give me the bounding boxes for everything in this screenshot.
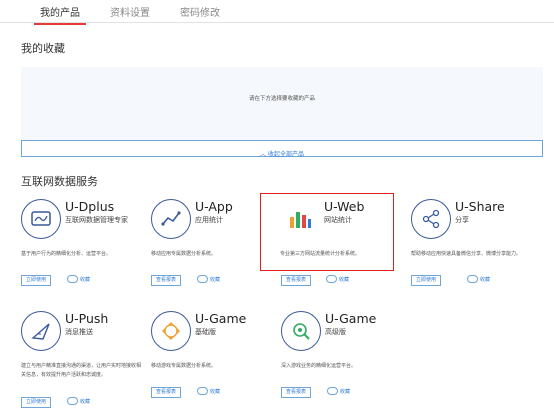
product-description: 移动游戏专属数据分析系统。: [151, 363, 217, 369]
services-title: 互联网数据服务: [21, 175, 98, 188]
product-subtitle: 高级版: [325, 328, 346, 336]
product-card-uapp: U-App 应用统计 移动应用专属数据分析系统。 查看报表 收藏: [151, 199, 275, 289]
favorite-label: 收藏: [339, 277, 350, 283]
heart-icon: [67, 396, 78, 405]
view-report-button[interactable]: 查看报表: [281, 275, 312, 286]
favorite-label: 收藏: [80, 399, 91, 405]
favorites-hint: 请在下方选择要收藏的产品: [248, 96, 315, 102]
view-report-button[interactable]: 查看报表: [281, 387, 312, 398]
product-card-udplus: U-Dplus 互联网数据管理专家 基于用户行为的精细化分析、运营平台。 立即使…: [21, 199, 145, 289]
product-name: U-Game: [325, 311, 377, 326]
product-card-ushare: U-Share 分享 帮助移动应用快速具备微信分享、微博分享能力。 立即使用 收…: [411, 199, 535, 289]
product-card-uweb: U-Web 网站统计 专业第三方网站流量统计分析系统。: [260, 193, 394, 271]
top-tabs: 我的产品 资料设置 密码修改: [0, 0, 554, 25]
product-name: U-Share: [455, 199, 505, 214]
product-name: U-Web: [324, 199, 365, 214]
collapse-label: ︿ 收起全部产品: [260, 151, 304, 158]
heart-icon: [467, 274, 478, 283]
heart-icon: [67, 274, 78, 283]
share-logo-icon: [411, 199, 451, 239]
favorite-button[interactable]: 收藏: [326, 274, 350, 286]
game-advanced-logo-icon: [281, 311, 321, 351]
favorite-button[interactable]: 收藏: [467, 274, 491, 286]
favorite-label: 收藏: [340, 389, 351, 395]
product-card-upush: U-Push 消息推送 建立与用户精准直接沟通的渠道，让用户实时地接收相关信息，…: [21, 311, 145, 408]
product-subtitle: 消息推送: [65, 328, 93, 336]
favorite-button[interactable]: 收藏: [327, 386, 351, 398]
heart-icon: [327, 386, 338, 395]
favorite-button[interactable]: 收藏: [197, 386, 221, 398]
favorite-label: 收藏: [480, 277, 491, 283]
product-name: U-Dplus: [65, 199, 115, 214]
favorite-label: 收藏: [210, 389, 221, 395]
product-subtitle: 应用统计: [195, 216, 223, 224]
product-name: U-Push: [65, 311, 109, 326]
bar-chart-icon: [280, 199, 320, 239]
favorite-button[interactable]: 收藏: [67, 274, 91, 286]
tab-my-products[interactable]: 我的产品: [34, 4, 86, 25]
push-logo-icon: [21, 311, 61, 351]
use-now-button[interactable]: 立即使用: [411, 275, 442, 286]
product-subtitle: 互联网数据管理专家: [65, 216, 128, 224]
product-subtitle: 分享: [455, 216, 469, 224]
use-now-button[interactable]: 立即使用: [21, 397, 52, 408]
view-report-button[interactable]: 查看报表: [151, 275, 182, 286]
product-description: 建立与用户精准直接沟通的渠道，让用户实时地接收相关信息，有效提升用户活跃和忠诚度…: [21, 363, 142, 378]
favorites-title: 我的收藏: [21, 42, 65, 55]
product-subtitle: 网站统计: [324, 216, 352, 224]
heart-icon: [197, 274, 208, 283]
heart-icon: [326, 274, 337, 283]
collapse-all-button[interactable]: ︿ 收起全部产品: [21, 140, 543, 158]
favorites-box: 请在下方选择要收藏的产品: [21, 67, 543, 140]
view-report-button[interactable]: 查看报表: [151, 387, 182, 398]
favorite-button[interactable]: 收藏: [67, 396, 91, 408]
favorite-label: 收藏: [210, 277, 221, 283]
product-subtitle: 基础版: [195, 328, 216, 336]
dplus-logo-icon: [21, 199, 61, 239]
tab-password-change[interactable]: 密码修改: [180, 4, 220, 19]
game-logo-icon: [151, 311, 191, 351]
product-description: 帮助移动应用快速具备微信分享、微博分享能力。: [411, 251, 522, 257]
favorite-button[interactable]: 收藏: [197, 274, 221, 286]
heart-icon: [197, 386, 208, 395]
product-card-ugame-basic: U-Game 基础版 移动游戏专属数据分析系统。 查看报表 收藏: [151, 311, 275, 401]
product-name: U-Game: [195, 311, 247, 326]
product-description: 专业第三方网站流量统计分析系统。: [280, 251, 361, 257]
tab-profile-settings[interactable]: 资料设置: [110, 4, 150, 19]
product-description: 基于用户行为的精细化分析、运营平台。: [21, 251, 112, 257]
use-now-button[interactable]: 立即使用: [21, 275, 52, 286]
product-description: 深入游戏业务的精细化运营平台。: [281, 363, 357, 369]
app-logo-icon: [151, 199, 191, 239]
product-card-ugame-advanced: U-Game 高级版 深入游戏业务的精细化运营平台。 查看报表 收藏: [281, 311, 405, 401]
product-name: U-App: [195, 199, 233, 214]
favorite-label: 收藏: [80, 277, 91, 283]
